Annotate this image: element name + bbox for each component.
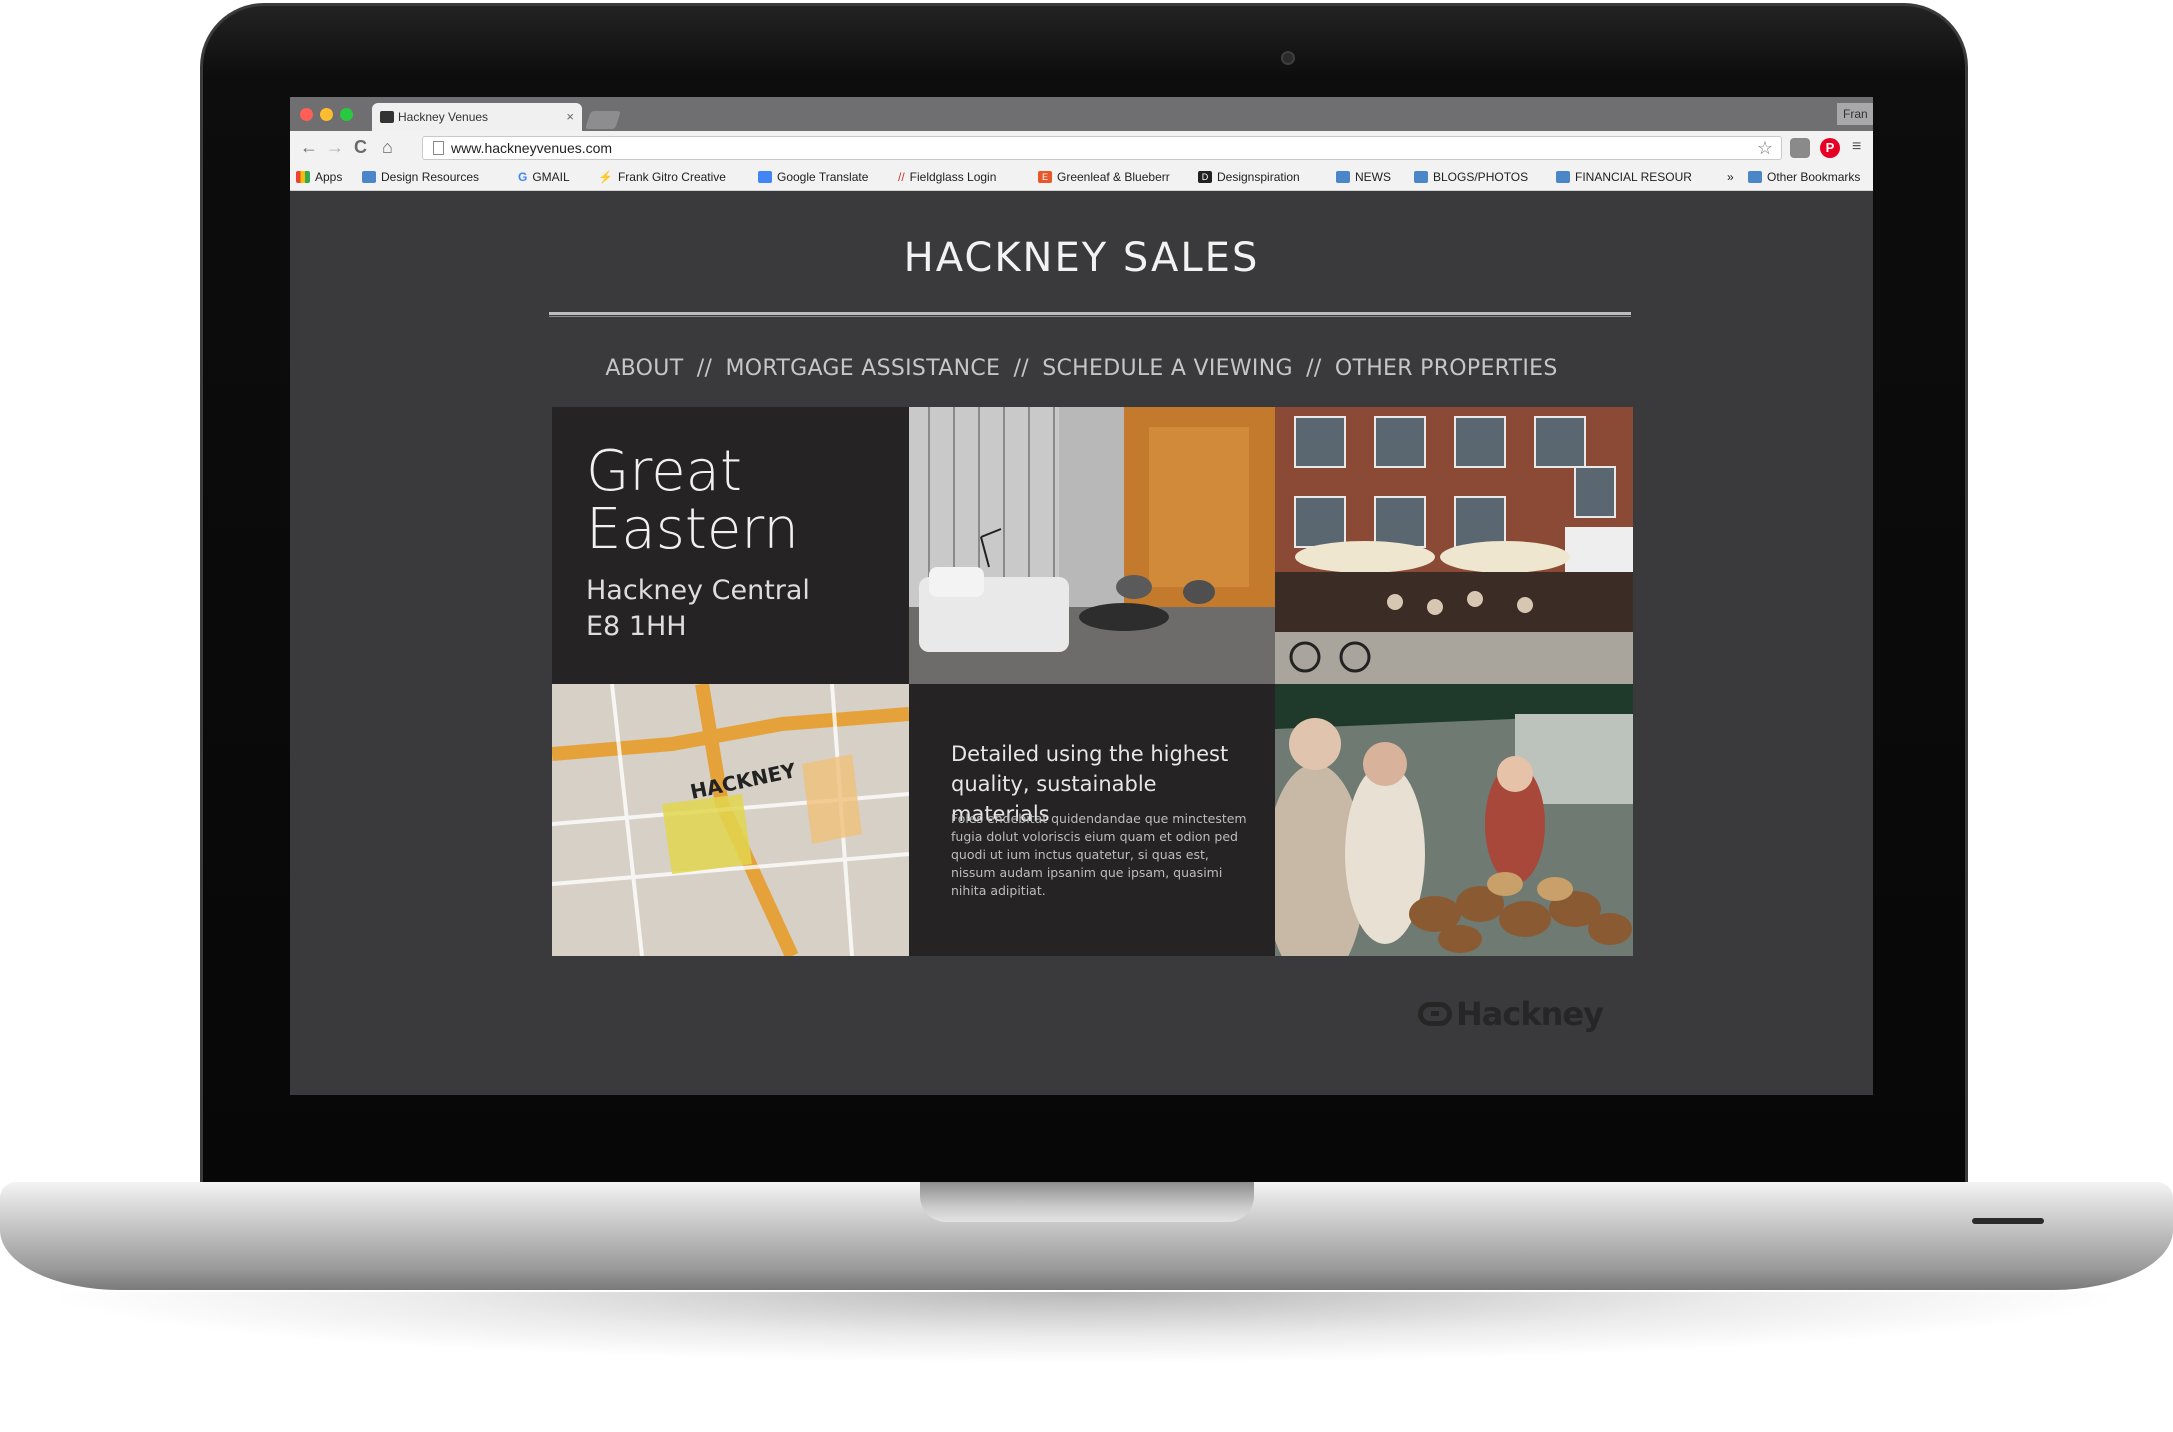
bookmark-label: Google Translate (777, 170, 869, 184)
bookmark-design-resources[interactable]: Design Resources (362, 170, 479, 184)
reload-icon[interactable]: C (354, 137, 367, 158)
bookmark-other[interactable]: Other Bookmarks (1748, 170, 1860, 184)
bookmark-label: BLOGS/PHOTOS (1433, 170, 1529, 184)
nav-separator: // (1013, 356, 1029, 381)
bookmark-label: FINANCIAL RESOUR (1575, 170, 1692, 184)
bookmark-greenleaf[interactable]: E Greenleaf & Blueberr (1038, 170, 1170, 184)
nav-about-link[interactable]: ABOUT (605, 356, 683, 381)
market-bakery-photo (1275, 684, 1633, 956)
bookmark-label: Design Resources (381, 170, 480, 184)
hackney-map-photo: HACKNEY (552, 684, 909, 956)
sleep-indicator-light (1972, 1218, 2044, 1224)
translate-icon (758, 171, 772, 183)
bookmark-label: NEWS (1355, 170, 1391, 184)
webcam (1281, 51, 1295, 65)
details-panel: Detailed using the highest quality, sust… (909, 684, 1275, 956)
bookmarks-overflow-button[interactable]: » (1727, 170, 1734, 184)
address-bar[interactable]: www.hackneyvenues.com ☆ (422, 136, 1782, 160)
minimize-window-button[interactable] (320, 108, 333, 121)
hackney-logo-text: Hackney (1456, 995, 1604, 1033)
tab-hackney-venues[interactable]: Hackney Venues × (372, 103, 582, 131)
hackney-logo: Hackney (1418, 995, 1604, 1033)
bookmark-fieldglass[interactable]: // Fieldglass Login (898, 170, 996, 184)
laptop-shadow (60, 1292, 2110, 1362)
laptop-screen: Hackney Venues × Fran ← → C ⌂ www.hackne… (290, 97, 1873, 1095)
bookmark-blogs-photos[interactable]: BLOGS/PHOTOS (1414, 170, 1528, 184)
nav-separator: // (1306, 356, 1322, 381)
apps-grid-icon (296, 171, 310, 183)
site-navigation: ABOUT // MORTGAGE ASSISTANCE // SCHEDULE… (290, 356, 1873, 381)
bookmark-designspiration[interactable]: D Designspiration (1198, 170, 1300, 184)
nav-other-properties-link[interactable]: OTHER PROPERTIES (1335, 356, 1558, 381)
bookmark-frank-gitro[interactable]: ⚡ Frank Gitro Creative (598, 170, 726, 184)
tab-title: Hackney Venues (398, 110, 489, 124)
nav-separator: // (696, 356, 713, 381)
title-divider (549, 312, 1631, 317)
browser-tab-bar: Hackney Venues × Fran (290, 97, 1873, 131)
bookmark-gmail[interactable]: G GMAIL (518, 170, 570, 184)
bookmark-label: Other Bookmarks (1767, 170, 1861, 184)
bookmark-financial[interactable]: FINANCIAL RESOUR (1556, 170, 1692, 184)
property-name: Great Eastern (586, 443, 799, 559)
cafe-street-photo (1275, 407, 1633, 684)
property-name-line1: Great (586, 439, 742, 504)
bookmark-star-icon[interactable]: ☆ (1757, 138, 1773, 159)
property-area: Hackney Central (586, 575, 810, 606)
nav-mortgage-link[interactable]: MORTGAGE ASSISTANCE (725, 356, 1000, 381)
website-page: HACKNEY SALES ABOUT // MORTGAGE ASSISTAN… (290, 192, 1873, 1095)
url-text: www.hackneyvenues.com (451, 140, 613, 156)
details-body: Foles endebitat quidendandae que minctes… (951, 811, 1247, 898)
bookmark-apps[interactable]: Apps (296, 170, 342, 184)
zoom-window-button[interactable] (340, 108, 353, 121)
designspiration-icon: D (1198, 171, 1212, 183)
overflow-chevron-icon: » (1727, 170, 1734, 184)
profile-button[interactable]: Fran (1837, 103, 1873, 125)
hackney-logo-mark-icon (1418, 1002, 1452, 1026)
property-postcode: E8 1HH (586, 611, 687, 642)
bookmark-label: Greenleaf & Blueberr (1057, 170, 1170, 184)
home-icon[interactable]: ⌂ (382, 137, 393, 158)
folder-icon (1414, 171, 1428, 183)
bookmark-news[interactable]: NEWS (1336, 170, 1391, 184)
close-window-button[interactable] (300, 108, 313, 121)
folder-icon (1748, 171, 1762, 183)
bookmark-label: Frank Gitro Creative (617, 170, 726, 184)
interior-photo (909, 407, 1275, 684)
browser-menu-icon[interactable]: ≡ (1852, 138, 1861, 156)
folder-icon (1556, 171, 1570, 183)
bookmark-google-translate[interactable]: Google Translate (758, 170, 868, 184)
bookmark-label: GMAIL (532, 170, 570, 184)
property-name-line2: Eastern (586, 497, 799, 562)
favicon-icon (380, 111, 394, 123)
folder-icon (1336, 171, 1350, 183)
tab-close-icon[interactable]: × (566, 109, 574, 124)
browser-toolbar: ← → C ⌂ www.hackneyvenues.com ☆ P ≡ (290, 131, 1873, 165)
pinterest-icon[interactable]: P (1820, 138, 1840, 158)
fieldglass-icon: // (898, 170, 905, 184)
bookmarks-bar: Apps Design Resources G GMAIL ⚡ Frank Gi… (290, 165, 1873, 191)
site-title: HACKNEY SALES (903, 235, 1260, 281)
lightning-icon: ⚡ (598, 170, 613, 184)
bookmark-label: Fieldglass Login (909, 170, 997, 184)
laptop-opening-notch (920, 1182, 1254, 1222)
forward-arrow-icon[interactable]: → (326, 137, 344, 158)
bookmark-label: Apps (315, 170, 343, 184)
bookmark-label: Designspiration (1217, 170, 1300, 184)
property-grid: Great Eastern Hackney Central E8 1HH HAC… (552, 407, 1633, 956)
folder-icon (362, 171, 376, 183)
google-icon: G (518, 170, 528, 184)
property-title-panel: Great Eastern Hackney Central E8 1HH (552, 407, 909, 684)
extension-icon[interactable] (1790, 138, 1810, 158)
nav-schedule-link[interactable]: SCHEDULE A VIEWING (1042, 356, 1293, 381)
greenleaf-icon: E (1038, 171, 1052, 183)
page-icon (433, 141, 444, 155)
new-tab-button[interactable] (585, 111, 621, 129)
back-arrow-icon[interactable]: ← (300, 137, 318, 158)
